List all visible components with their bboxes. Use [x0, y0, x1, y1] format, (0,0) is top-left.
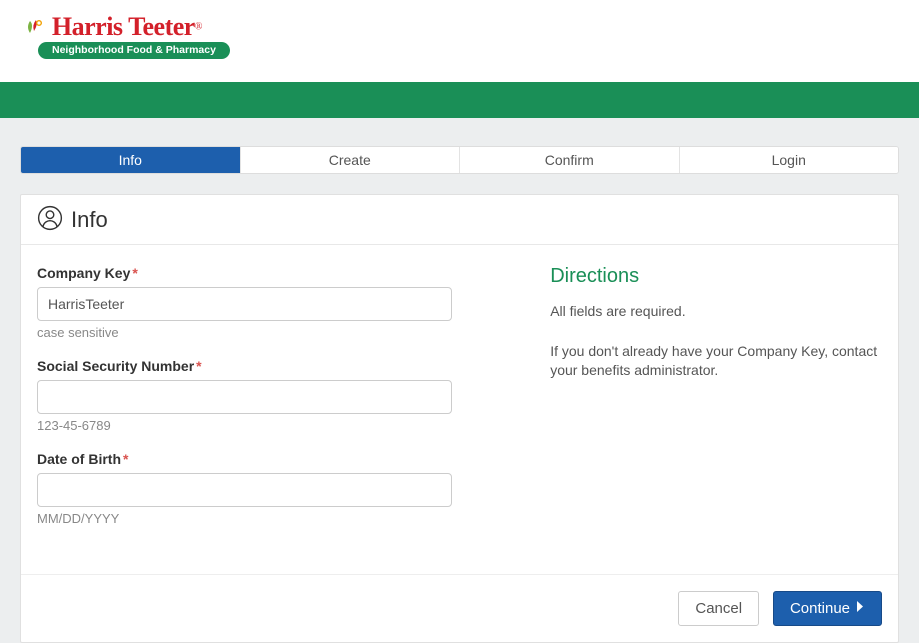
tab-create[interactable]: Create — [241, 147, 461, 173]
dob-input[interactable] — [37, 473, 452, 507]
company-logo: Harris Teeter® Neighborhood Food & Pharm… — [24, 14, 230, 59]
green-nav-bar — [0, 82, 919, 118]
directions-line-2: If you don't already have your Company K… — [550, 342, 882, 381]
tab-confirm[interactable]: Confirm — [460, 147, 680, 173]
tab-login[interactable]: Login — [680, 147, 899, 173]
company-key-help: case sensitive — [37, 325, 510, 340]
dob-help: MM/DD/YYYY — [37, 511, 510, 526]
tab-info[interactable]: Info — [21, 147, 241, 173]
logo-tagline: Neighborhood Food & Pharmacy — [38, 42, 230, 59]
wizard-tabs: Info Create Confirm Login — [20, 146, 899, 174]
cancel-button[interactable]: Cancel — [678, 591, 759, 626]
directions-line-1: All fields are required. — [550, 302, 882, 322]
company-key-label: Company Key* — [37, 265, 510, 281]
ssn-label: Social Security Number* — [37, 358, 510, 374]
company-key-input[interactable] — [37, 287, 452, 321]
ssn-input[interactable] — [37, 380, 452, 414]
panel-header: Info — [21, 195, 898, 245]
logo-leaf-icon — [24, 17, 46, 39]
header: Harris Teeter® Neighborhood Food & Pharm… — [0, 0, 919, 82]
required-asterisk: * — [132, 265, 137, 281]
panel-footer: Cancel Continue — [21, 574, 898, 642]
main-panel: Info Company Key* case sensitive Social … — [20, 194, 899, 643]
user-circle-icon — [37, 205, 63, 234]
directions-title: Directions — [550, 265, 882, 288]
required-asterisk: * — [123, 451, 128, 467]
dob-label: Date of Birth* — [37, 451, 510, 467]
logo-brand-text: Harris Teeter — [52, 12, 195, 41]
ssn-help: 123-45-6789 — [37, 418, 510, 433]
chevron-right-icon — [856, 600, 865, 617]
continue-button[interactable]: Continue — [773, 591, 882, 626]
panel-title: Info — [71, 207, 108, 233]
required-asterisk: * — [196, 358, 201, 374]
